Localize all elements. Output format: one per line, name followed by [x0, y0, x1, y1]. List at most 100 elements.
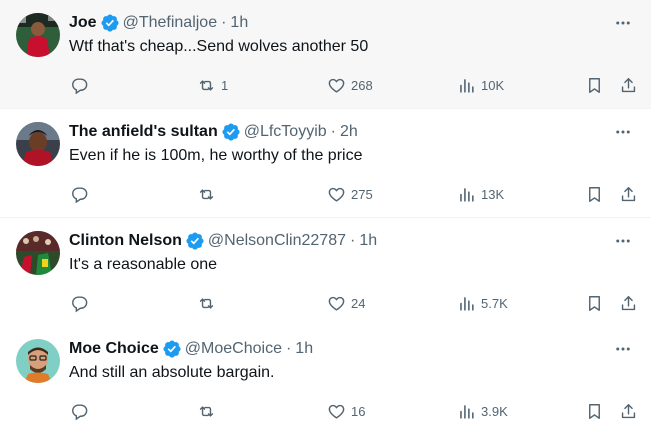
reply-button[interactable]: [70, 74, 94, 96]
tweet-text: Wtf that's cheap...Send wolves another 5…: [69, 38, 369, 55]
reply-button[interactable]: [70, 183, 94, 205]
bookmark-button[interactable]: [585, 400, 604, 422]
display-name[interactable]: The anfield's sultan: [69, 123, 218, 141]
like-button[interactable]: 16: [327, 400, 365, 422]
bookmark-icon: [589, 295, 600, 311]
tweet-text: And still an absolute bargain.: [69, 364, 275, 381]
timestamp[interactable]: 1h: [230, 14, 248, 32]
share-button[interactable]: [619, 292, 638, 314]
tweet-header: Joe @Thefinaljoe · 1h: [69, 12, 248, 34]
more-horizontal-icon: [616, 21, 630, 25]
reply-icon: [72, 186, 88, 203]
views-button[interactable]: 5.7K: [457, 292, 508, 314]
tweet-item[interactable]: Clinton Nelson @NelsonClin22787 · 1h It'…: [0, 218, 651, 327]
share-button[interactable]: [619, 400, 638, 422]
tweet-item[interactable]: The anfield's sultan @LfcToyyib · 2h Eve…: [0, 109, 651, 218]
views-count: 5.7K: [481, 295, 508, 311]
avatar[interactable]: [16, 339, 60, 383]
tweet-item[interactable]: Joe @Thefinaljoe · 1h Wtf that's cheap..…: [0, 0, 651, 109]
share-icon: [621, 186, 636, 201]
like-count: 268: [351, 77, 373, 93]
retweet-button[interactable]: [197, 183, 221, 205]
timestamp[interactable]: 1h: [295, 340, 313, 358]
like-count: 24: [351, 295, 366, 311]
verified-badge-icon: [101, 14, 119, 32]
retweet-icon: [199, 405, 214, 417]
reply-button[interactable]: [70, 400, 94, 422]
like-button[interactable]: 268: [327, 74, 373, 96]
bookmark-icon: [589, 186, 600, 202]
timestamp[interactable]: 1h: [359, 232, 377, 250]
like-button[interactable]: 24: [327, 292, 365, 314]
verified-badge-icon: [222, 123, 240, 141]
heart-icon: [328, 187, 345, 202]
retweet-icon: [199, 297, 214, 309]
views-chart-icon: [460, 78, 474, 93]
tweet-header: Moe Choice @MoeChoice · 1h: [69, 338, 313, 360]
retweet-icon: [199, 188, 214, 200]
verified-badge-icon: [186, 232, 204, 250]
more-options-button[interactable]: [611, 232, 635, 250]
share-button[interactable]: [619, 74, 638, 96]
retweet-icon: [199, 79, 214, 91]
reply-icon: [72, 295, 88, 312]
views-count: 10K: [481, 77, 505, 93]
user-handle[interactable]: @MoeChoice: [185, 340, 282, 358]
display-name[interactable]: Clinton Nelson: [69, 232, 182, 250]
bookmark-icon: [589, 77, 600, 93]
heart-icon: [328, 404, 345, 419]
action-bar: 1 268 10K: [0, 74, 651, 96]
separator-dot: ·: [221, 14, 227, 31]
tweet-header: Clinton Nelson @NelsonClin22787 · 1h: [69, 230, 377, 252]
action-bar: 275 13K: [0, 183, 651, 205]
display-name[interactable]: Joe: [69, 14, 97, 32]
share-button[interactable]: [619, 183, 638, 205]
share-icon: [621, 403, 636, 418]
retweet-button[interactable]: 1: [197, 74, 228, 96]
user-handle[interactable]: @LfcToyyib: [244, 123, 327, 141]
user-handle[interactable]: @Thefinaljoe: [123, 14, 218, 32]
bookmark-button[interactable]: [585, 183, 604, 205]
bookmark-button[interactable]: [585, 292, 604, 314]
separator-dot: ·: [285, 340, 292, 357]
retweet-count: 1: [221, 77, 229, 93]
more-horizontal-icon: [616, 239, 630, 243]
avatar[interactable]: [16, 231, 60, 275]
separator-dot: ·: [350, 232, 356, 249]
tweet-text: Even if he is 100m, he worthy of the pri…: [69, 147, 363, 164]
avatar[interactable]: [16, 122, 60, 166]
views-button[interactable]: 10K: [457, 74, 504, 96]
user-handle[interactable]: @NelsonClin22787: [208, 232, 346, 250]
share-icon: [621, 295, 636, 310]
display-name[interactable]: Moe Choice: [69, 340, 159, 358]
bookmark-icon: [589, 403, 600, 419]
views-button[interactable]: 13K: [457, 183, 504, 205]
more-horizontal-icon: [616, 130, 630, 134]
reply-icon: [72, 77, 88, 94]
views-chart-icon: [460, 404, 474, 419]
action-bar: 24 5.7K: [0, 292, 651, 314]
heart-icon: [328, 296, 345, 311]
retweet-button[interactable]: [197, 292, 221, 314]
like-count: 16: [351, 403, 366, 419]
separator-dot: ·: [330, 123, 336, 140]
views-button[interactable]: 3.9K: [457, 400, 508, 422]
like-button[interactable]: 275: [327, 183, 373, 205]
reply-icon: [72, 403, 88, 420]
retweet-button[interactable]: [197, 400, 221, 422]
heart-icon: [328, 78, 345, 93]
tweet-item[interactable]: Moe Choice @MoeChoice · 1h And still an …: [0, 326, 651, 434]
more-options-button[interactable]: [611, 123, 635, 141]
more-options-button[interactable]: [611, 14, 635, 32]
avatar[interactable]: [16, 13, 60, 57]
action-bar: 16 3.9K: [0, 400, 651, 422]
views-chart-icon: [460, 296, 474, 311]
timestamp[interactable]: 2h: [340, 123, 358, 141]
more-horizontal-icon: [616, 347, 630, 351]
more-options-button[interactable]: [611, 340, 635, 358]
reply-button[interactable]: [70, 292, 94, 314]
verified-badge-icon: [163, 340, 181, 358]
views-count: 3.9K: [481, 403, 508, 419]
views-chart-icon: [460, 187, 474, 202]
bookmark-button[interactable]: [585, 74, 604, 96]
